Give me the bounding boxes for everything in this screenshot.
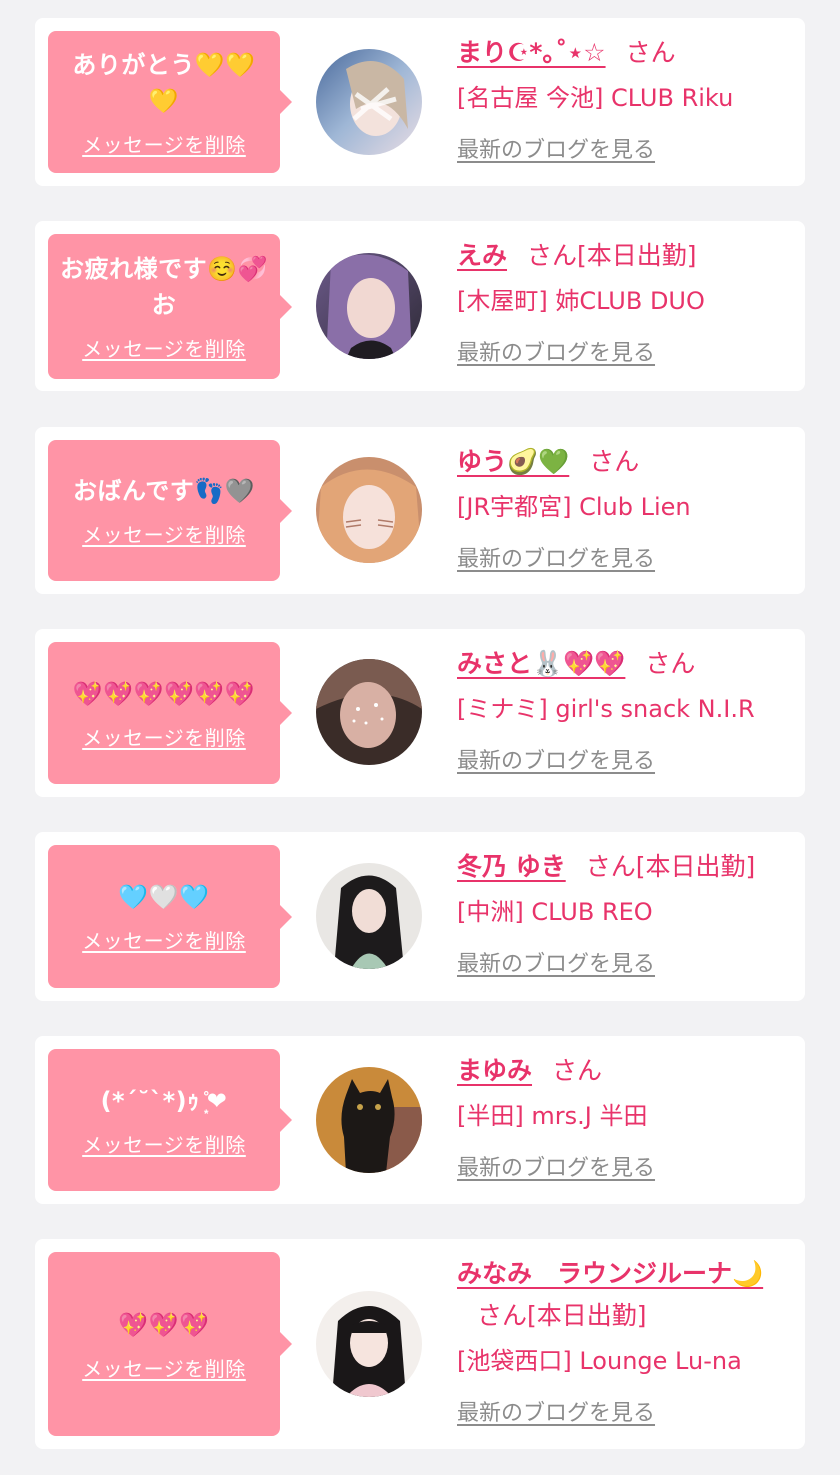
shop-label: [名古屋 今池] CLUB Riku [457, 84, 734, 112]
message-text: (*´˘`*)ｩ ͙̊❤ [100, 1086, 228, 1115]
cast-name-link[interactable]: えみ [457, 241, 507, 270]
cast-name-link[interactable]: みさと🐰💖💖 [457, 649, 625, 678]
message-bubble: ありがとう💛💛💛 メッセージを削除 [48, 31, 292, 173]
message-list: ありがとう💛💛💛 メッセージを削除 まり☪︎*｡˚⋆☆ さん [名古屋 今池] C… [0, 0, 840, 1475]
cast-name-link[interactable]: みなみ ラウンジルーナ🌙 [457, 1259, 763, 1288]
shop-label: [池袋西口] Lounge Lu-na [457, 1347, 742, 1375]
latest-blog-link[interactable]: 最新のブログを見る [457, 1150, 655, 1182]
latest-blog-link[interactable]: 最新のブログを見る [457, 1395, 655, 1427]
message-text: 💖💖💖 [118, 1310, 210, 1339]
shop-label: [木屋町] 姉CLUB DUO [457, 287, 705, 315]
photo-avatar-icon [316, 1291, 422, 1397]
shop-label: [ミナミ] girl's snack N.I.R [457, 695, 755, 723]
cast-info: 冬乃 ゆき さん[本日出勤] [中洲] CLUB REO 最新のブログを見る [457, 846, 791, 978]
avatar[interactable] [316, 253, 422, 359]
delete-message-link[interactable]: メッセージを削除 [82, 1129, 246, 1158]
message-card: 💖💖💖 メッセージを削除 みなみ ラウンジルーナ🌙 さん[本日出勤] [池袋西口]… [35, 1239, 805, 1449]
cat-photo-avatar-icon [316, 1067, 422, 1173]
cast-info: みさと🐰💖💖 さん [ミナミ] girl's snack N.I.R 最新のブログ… [457, 643, 791, 775]
latest-blog-link[interactable]: 最新のブログを見る [457, 132, 655, 164]
message-text: おばんです👣🩶 [72, 477, 256, 505]
message-bubble: 💖💖💖💖💖💖 メッセージを削除 [48, 642, 292, 784]
message-text: 🩵🤍🩵 [118, 883, 210, 911]
cast-info: まり☪︎*｡˚⋆☆ さん [名古屋 今池] CLUB Riku 最新のブログを見る [457, 32, 791, 164]
avatar[interactable] [316, 1291, 422, 1397]
message-text: お疲れ様です☺️💞お [60, 255, 268, 319]
message-bubble: (*´˘`*)ｩ ͙̊❤ メッセージを削除 [48, 1049, 292, 1191]
message-text: 💖💖💖💖💖💖 [72, 679, 256, 708]
shop-label: [半田] mrs.J 半田 [457, 1102, 648, 1130]
message-card: お疲れ様です☺️💞お メッセージを削除 えみ さん[本日出勤] [木屋町] 姉CL… [35, 221, 805, 391]
delete-message-link[interactable]: メッセージを削除 [82, 519, 246, 548]
cast-name-link[interactable]: まり☪︎*｡˚⋆☆ [457, 38, 606, 67]
san-suffix: さん [645, 649, 696, 678]
avatar[interactable] [316, 457, 422, 563]
cast-info: えみ さん[本日出勤] [木屋町] 姉CLUB DUO 最新のブログを見る [457, 235, 791, 367]
avatar[interactable] [316, 863, 422, 969]
cast-info: みなみ ラウンジルーナ🌙 さん[本日出勤] [池袋西口] Lounge Lu-na… [457, 1253, 791, 1427]
message-card: ありがとう💛💛💛 メッセージを削除 まり☪︎*｡˚⋆☆ さん [名古屋 今池] C… [35, 18, 805, 186]
status-badge: [本日出勤] [577, 241, 697, 270]
san-suffix: さん [585, 852, 636, 881]
message-bubble: 🩵🤍🩵 メッセージを削除 [48, 845, 292, 988]
message-bubble: 💖💖💖 メッセージを削除 [48, 1252, 292, 1436]
latest-blog-link[interactable]: 最新のブログを見る [457, 743, 655, 775]
photo-avatar-icon [316, 49, 422, 155]
delete-message-link[interactable]: メッセージを削除 [82, 333, 246, 362]
message-card: おばんです👣🩶 メッセージを削除 ゆう🥑💚 さん [JR宇都宮] Club Lie… [35, 427, 805, 594]
delete-message-link[interactable]: メッセージを削除 [82, 925, 246, 954]
latest-blog-link[interactable]: 最新のブログを見る [457, 946, 655, 978]
latest-blog-link[interactable]: 最新のブログを見る [457, 335, 655, 367]
san-suffix: さん [527, 241, 578, 270]
shop-label: [中洲] CLUB REO [457, 898, 653, 926]
photo-avatar-icon [316, 863, 422, 969]
status-badge: [本日出勤] [527, 1301, 647, 1330]
avatar[interactable] [316, 659, 422, 765]
message-bubble: おばんです👣🩶 メッセージを削除 [48, 440, 292, 581]
avatar[interactable] [316, 49, 422, 155]
cast-name-link[interactable]: まゆみ [457, 1056, 532, 1085]
san-suffix: さん [477, 1301, 528, 1330]
delete-message-link[interactable]: メッセージを削除 [82, 129, 246, 158]
message-card: 🩵🤍🩵 メッセージを削除 冬乃 ゆき さん[本日出勤] [中洲] CLUB REO… [35, 832, 805, 1001]
message-card: 💖💖💖💖💖💖 メッセージを削除 みさと🐰💖💖 さん [ミナミ] girl's sn… [35, 629, 805, 797]
status-badge: [本日出勤] [635, 852, 756, 881]
delete-message-link[interactable]: メッセージを削除 [82, 722, 246, 751]
cast-name-link[interactable]: ゆう🥑💚 [457, 447, 569, 476]
photo-avatar-icon [316, 253, 422, 359]
cast-info: まゆみ さん [半田] mrs.J 半田 最新のブログを見る [457, 1050, 791, 1182]
shop-label: [JR宇都宮] Club Lien [457, 493, 691, 521]
san-suffix: さん [625, 38, 676, 67]
message-card: (*´˘`*)ｩ ͙̊❤ メッセージを削除 まゆみ さん [半田] mrs.J 半… [35, 1036, 805, 1204]
cast-info: ゆう🥑💚 さん [JR宇都宮] Club Lien 最新のブログを見る [457, 441, 791, 573]
cast-name-link[interactable]: 冬乃 ゆき [457, 852, 566, 881]
message-text: ありがとう💛💛💛 [72, 50, 256, 115]
san-suffix: さん [589, 447, 640, 476]
message-bubble: お疲れ様です☺️💞お メッセージを削除 [48, 234, 292, 379]
photo-avatar-icon [316, 659, 422, 765]
photo-avatar-icon [316, 457, 422, 563]
latest-blog-link[interactable]: 最新のブログを見る [457, 541, 655, 573]
san-suffix: さん [552, 1056, 603, 1085]
avatar[interactable] [316, 1067, 422, 1173]
delete-message-link[interactable]: メッセージを削除 [82, 1353, 246, 1382]
